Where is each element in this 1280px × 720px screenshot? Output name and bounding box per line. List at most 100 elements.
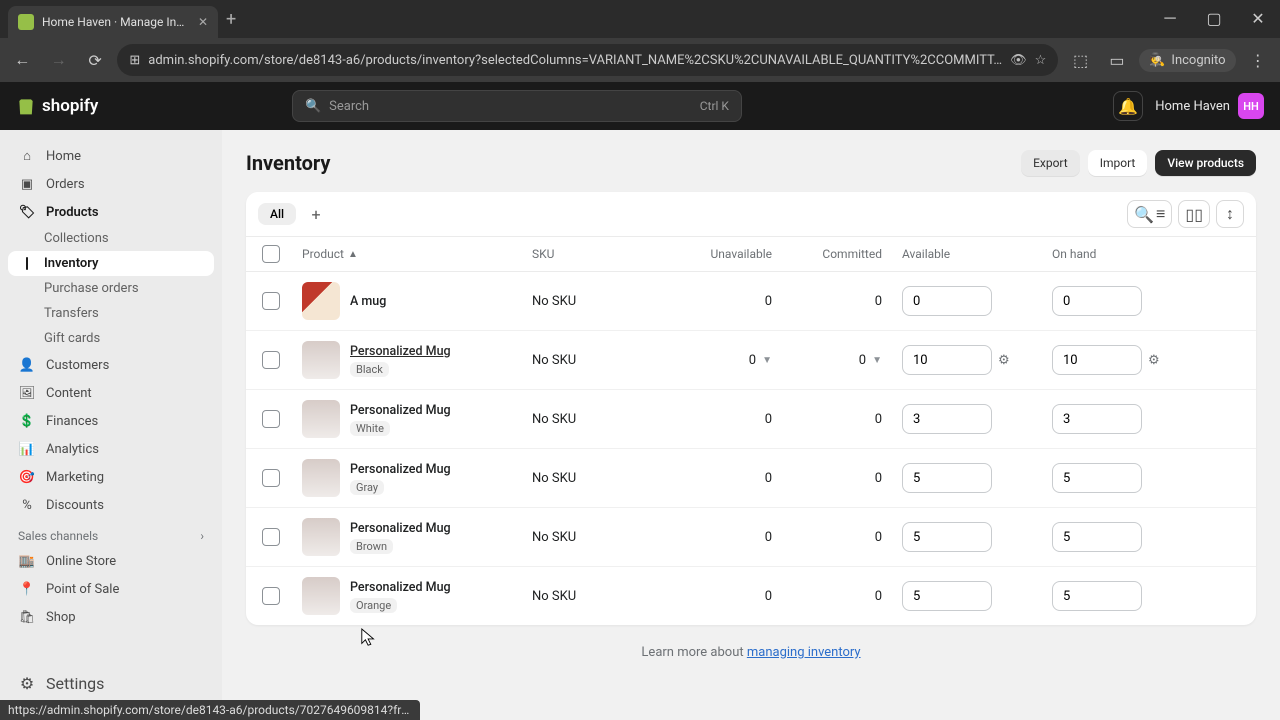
- maximize-icon[interactable]: ▢: [1192, 0, 1236, 36]
- sidebar-item-label: Orders: [46, 177, 85, 192]
- row-checkbox[interactable]: [262, 528, 280, 546]
- tab-all[interactable]: All: [258, 203, 296, 225]
- column-product[interactable]: Product ▲: [302, 247, 532, 261]
- product-thumbnail[interactable]: [302, 577, 340, 615]
- notifications-button[interactable]: 🔔: [1113, 91, 1143, 121]
- menu-icon[interactable]: ⋮: [1244, 44, 1272, 76]
- sidebar-item-finances[interactable]: 💲Finances: [8, 407, 214, 435]
- import-button[interactable]: Import: [1088, 150, 1148, 176]
- tab-title: Home Haven · Manage Invento: [42, 15, 190, 29]
- product-name-link[interactable]: Personalized Mug: [350, 462, 451, 477]
- site-info-icon[interactable]: ⊞: [129, 53, 140, 68]
- column-on-hand[interactable]: On hand: [1052, 247, 1202, 261]
- product-thumbnail[interactable]: [302, 400, 340, 438]
- available-input[interactable]: [902, 345, 992, 375]
- sidebar-item-label: Gift cards: [44, 331, 100, 346]
- column-sku[interactable]: SKU: [532, 247, 672, 261]
- back-button[interactable]: ←: [8, 44, 36, 76]
- row-checkbox[interactable]: [262, 292, 280, 310]
- adjust-icon[interactable]: ⚙: [1148, 353, 1160, 368]
- close-icon[interactable]: ✕: [198, 15, 208, 29]
- sidebar-settings-wrapper: ⚙Settings: [8, 669, 214, 698]
- unavailable-value[interactable]: 0 ▼: [749, 353, 772, 368]
- sidebar-item-settings[interactable]: ⚙Settings: [8, 669, 214, 698]
- sidebar-item-marketing[interactable]: 🎯Marketing: [8, 463, 214, 491]
- analytics-icon: 📊: [18, 440, 36, 458]
- sidebar-item-transfers[interactable]: Transfers: [8, 301, 214, 326]
- adjust-icon[interactable]: ⚙: [998, 353, 1010, 368]
- on-hand-input[interactable]: [1052, 522, 1142, 552]
- sidebar-item-discounts[interactable]: %Discounts: [8, 491, 214, 519]
- add-view-button[interactable]: +: [304, 202, 328, 226]
- available-input[interactable]: [902, 463, 992, 493]
- on-hand-input[interactable]: [1052, 286, 1142, 316]
- view-products-button[interactable]: View products: [1155, 150, 1256, 176]
- row-checkbox[interactable]: [262, 587, 280, 605]
- eye-off-icon[interactable]: 👁: [1010, 53, 1027, 68]
- committed-value: 0: [875, 471, 882, 486]
- available-input[interactable]: [902, 404, 992, 434]
- sidebar-item-shop[interactable]: 🛍Shop: [8, 603, 214, 631]
- minimize-icon[interactable]: ─: [1148, 0, 1192, 36]
- column-unavailable[interactable]: Unavailable: [672, 247, 792, 261]
- product-thumbnail[interactable]: [302, 282, 340, 320]
- marketing-icon: 🎯: [18, 468, 36, 486]
- sidebar-item-analytics[interactable]: 📊Analytics: [8, 435, 214, 463]
- product-thumbnail[interactable]: [302, 341, 340, 379]
- columns-button[interactable]: ▯▯: [1178, 200, 1210, 228]
- product-name-link[interactable]: Personalized Mug: [350, 344, 451, 359]
- product-thumbnail[interactable]: [302, 518, 340, 556]
- row-checkbox[interactable]: [262, 410, 280, 428]
- available-input[interactable]: [902, 286, 992, 316]
- on-hand-input[interactable]: [1052, 404, 1142, 434]
- sidebar-item-products[interactable]: 🏷Products: [8, 198, 214, 226]
- sort-button[interactable]: ↕: [1216, 200, 1244, 228]
- column-available[interactable]: Available: [902, 247, 1052, 261]
- export-button[interactable]: Export: [1021, 150, 1080, 176]
- search-input[interactable]: 🔍 Search Ctrl K: [292, 90, 742, 122]
- store-menu[interactable]: Home Haven HH: [1155, 93, 1264, 119]
- sidebar-item-inventory[interactable]: Inventory: [8, 251, 214, 276]
- on-hand-input[interactable]: [1052, 345, 1142, 375]
- browser-tab[interactable]: Home Haven · Manage Invento ✕: [8, 6, 218, 38]
- sidebar-item-purchase-orders[interactable]: Purchase orders: [8, 276, 214, 301]
- available-input[interactable]: [902, 522, 992, 552]
- orders-icon: ▣: [18, 175, 36, 193]
- select-all-checkbox[interactable]: [262, 245, 280, 263]
- side-panel-icon[interactable]: ▭: [1103, 44, 1131, 76]
- available-input[interactable]: [902, 581, 992, 611]
- close-window-icon[interactable]: ✕: [1236, 0, 1280, 36]
- sidebar-item-home[interactable]: ⌂Home: [8, 142, 214, 170]
- main-content: Inventory Export Import View products Al…: [222, 130, 1280, 720]
- sidebar-item-online-store[interactable]: 🏬Online Store: [8, 547, 214, 575]
- incognito-badge[interactable]: 🕵 Incognito: [1139, 49, 1235, 72]
- shopify-logo[interactable]: shopify: [16, 95, 98, 117]
- managing-inventory-link[interactable]: managing inventory: [747, 645, 861, 660]
- extensions-icon[interactable]: ⬚: [1066, 44, 1094, 76]
- chevron-right-icon[interactable]: ›: [200, 529, 204, 543]
- forward-button[interactable]: →: [44, 44, 72, 76]
- row-checkbox[interactable]: [262, 351, 280, 369]
- on-hand-input[interactable]: [1052, 581, 1142, 611]
- column-committed[interactable]: Committed: [792, 247, 902, 261]
- committed-value[interactable]: 0 ▼: [859, 353, 882, 368]
- url-field[interactable]: ⊞ admin.shopify.com/store/de8143-a6/prod…: [117, 44, 1058, 76]
- search-filter-button[interactable]: 🔍≡: [1127, 200, 1172, 228]
- new-tab-button[interactable]: +: [226, 9, 236, 30]
- product-name-link[interactable]: Personalized Mug: [350, 403, 451, 418]
- product-thumbnail[interactable]: [302, 459, 340, 497]
- product-name-link[interactable]: A mug: [350, 294, 386, 309]
- product-name-link[interactable]: Personalized Mug: [350, 521, 451, 536]
- sidebar-item-collections[interactable]: Collections: [8, 226, 214, 251]
- row-checkbox[interactable]: [262, 469, 280, 487]
- reload-button[interactable]: ⟳: [81, 44, 109, 76]
- sidebar-item-orders[interactable]: ▣ Orders: [8, 170, 214, 198]
- product-name-link[interactable]: Personalized Mug: [350, 580, 451, 595]
- sidebar-item-customers[interactable]: 👤Customers: [8, 351, 214, 379]
- sidebar-item-label: Discounts: [46, 498, 104, 513]
- sidebar-item-content[interactable]: 🖼Content: [8, 379, 214, 407]
- on-hand-input[interactable]: [1052, 463, 1142, 493]
- bookmark-icon[interactable]: ☆: [1035, 53, 1047, 68]
- sidebar-item-gift-cards[interactable]: Gift cards: [8, 326, 214, 351]
- sidebar-item-pos[interactable]: 📍Point of Sale: [8, 575, 214, 603]
